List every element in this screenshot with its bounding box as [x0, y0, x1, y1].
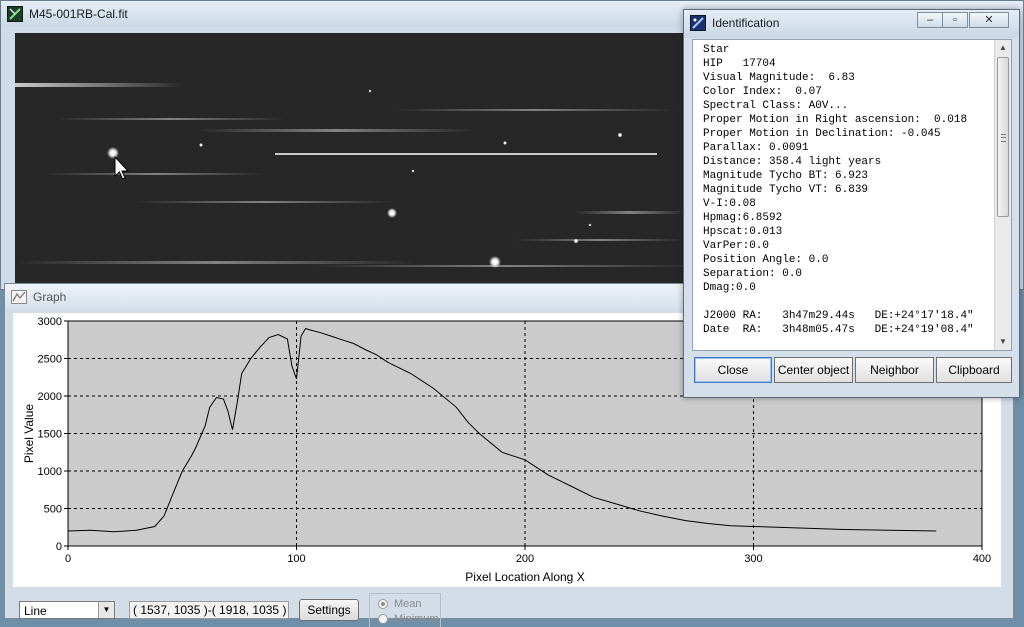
star [588, 223, 592, 227]
scroll-down-icon[interactable]: ▼ [995, 335, 1011, 349]
y-tick-label: 500 [44, 504, 62, 516]
streak [395, 109, 675, 111]
star [489, 256, 501, 268]
graph-controls: Line ▼ ( 1537, 1035 )-( 1918, 1035 ) Set… [19, 589, 441, 627]
image-window-title: M45-001RB-Cal.fit [29, 7, 128, 21]
scrollbar-thumb[interactable] [997, 57, 1009, 217]
radio-minimum-label: Minimum [394, 613, 439, 625]
radio-mean[interactable]: Mean [378, 598, 442, 612]
x-axis-label: Pixel Location Along X [465, 570, 584, 584]
scroll-up-icon[interactable]: ▲ [995, 41, 1011, 55]
x-tick-label: 200 [516, 553, 534, 565]
identification-text-area[interactable]: Star HIP 17704 Visual Magnitude: 6.83 Co… [692, 39, 1012, 351]
star [199, 143, 203, 147]
streak [315, 265, 695, 267]
close-icon[interactable]: ✕ [969, 12, 1009, 28]
identification-buttons: Close Center object Neighbor Clipboard [692, 357, 1012, 383]
y-tick-label: 3000 [38, 316, 62, 328]
y-tick-label: 2000 [38, 391, 62, 403]
caption-buttons: – ▫ ✕ [917, 12, 1013, 30]
minimize-icon[interactable]: – [917, 12, 943, 28]
streak [135, 201, 395, 203]
radio-mean-dot[interactable] [378, 599, 388, 609]
identification-title: Identification [712, 16, 780, 30]
streak [575, 211, 685, 214]
star [387, 208, 397, 218]
streak [45, 173, 265, 175]
streak [15, 261, 415, 264]
clipboard-button[interactable]: Clipboard [936, 357, 1012, 383]
x-tick-label: 300 [744, 553, 762, 565]
grip-icon [1001, 134, 1006, 142]
neighbor-button[interactable]: Neighbor [855, 357, 934, 383]
maximize-icon[interactable]: ▫ [942, 12, 968, 28]
y-tick-label: 2500 [38, 354, 62, 366]
center-object-button[interactable]: Center object [774, 357, 853, 383]
y-tick-label: 1500 [38, 429, 62, 441]
radio-minimum-dot[interactable] [378, 614, 388, 624]
y-tick-label: 1000 [38, 466, 62, 478]
line-coordinates-field[interactable]: ( 1537, 1035 )-( 1918, 1035 ) [129, 601, 289, 619]
star [573, 238, 579, 244]
star [368, 89, 372, 93]
x-tick-label: 0 [65, 553, 71, 565]
star [503, 141, 507, 145]
star [411, 169, 415, 173]
streak [515, 239, 685, 241]
close-button[interactable]: Close [694, 357, 772, 383]
identification-titlebar[interactable]: Identification – ▫ ✕ [684, 10, 1019, 38]
x-tick-label: 400 [973, 553, 991, 565]
identification-info: Star HIP 17704 Visual Magnitude: 6.83 Co… [703, 44, 974, 336]
graph-icon [11, 290, 27, 304]
streak [195, 129, 475, 132]
identify-icon [690, 15, 706, 31]
profile-mode-value: Line [24, 604, 47, 618]
radio-mean-label: Mean [394, 598, 422, 610]
x-tick-label: 100 [287, 553, 305, 565]
statistic-radio-group: Mean Minimum [369, 593, 441, 627]
streak [55, 118, 285, 120]
identification-dialog: Identification – ▫ ✕ Star HIP 17704 Visu… [683, 9, 1020, 398]
settings-button[interactable]: Settings [299, 599, 359, 621]
y-axis-label: Pixel Value [22, 404, 36, 463]
profile-mode-select[interactable]: Line ▼ [19, 601, 115, 619]
chevron-down-icon[interactable]: ▼ [98, 602, 114, 618]
star [617, 132, 623, 138]
star [107, 147, 119, 159]
streak [15, 83, 185, 87]
identification-scrollbar[interactable]: ▲ ▼ [994, 40, 1011, 350]
fits-image-icon [7, 6, 23, 22]
graph-window-title: Graph [33, 290, 67, 304]
y-tick-label: 0 [56, 541, 62, 553]
radio-minimum[interactable]: Minimum [378, 613, 442, 627]
